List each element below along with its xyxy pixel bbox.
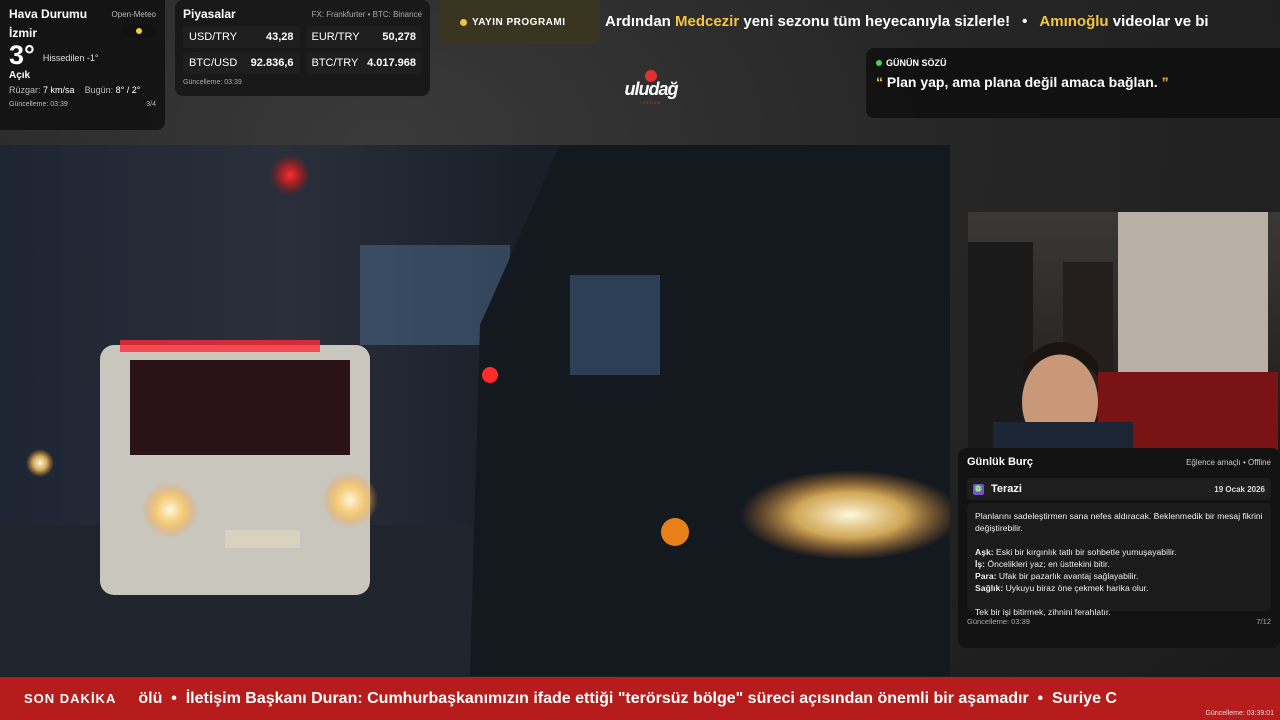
horoscope-intro: Planlarını sadeleştirmen sana nefes aldı… xyxy=(975,511,1263,533)
markets-updated: Güncelleme: 03:39 xyxy=(183,79,242,86)
schedule-label: YAYIN PROGRAMI xyxy=(472,16,566,28)
horoscope-tag: Eğlence amaçlı • Offline xyxy=(1186,457,1271,467)
breaking-text: ölü • İletişim Başkanı Duran: Cumhurbaşk… xyxy=(138,689,1117,707)
horoscope-line-value: Eski bir kırgınlık tatlı bir sohbetle yu… xyxy=(993,547,1177,557)
horoscope-line-value: Öncelikleri yaz; en üsttekini bitir. xyxy=(985,559,1110,569)
market-item: BTC/USD 92.836,6 xyxy=(183,52,300,74)
ticker-highlight: Medcezir xyxy=(675,13,740,30)
webcam-frame xyxy=(968,212,1278,452)
ticker-text: Ardından xyxy=(605,13,675,30)
dot-icon xyxy=(460,18,467,26)
markets-source: FX: Frankfurter • BTC: Binance xyxy=(311,9,422,19)
weather-page: 3/4 xyxy=(146,101,156,108)
market-item: BTC/TRY 4.017.968 xyxy=(305,52,422,74)
status-dot-icon xyxy=(876,60,882,66)
horoscope-sign: Terazi xyxy=(991,483,1022,495)
today-value: 8° / 2° xyxy=(115,85,141,95)
horoscope-line-value: Ufak bir pazarlık avantaj sağlayabilir. xyxy=(996,571,1139,581)
horoscope-sign-row: ♎ Terazi 19 Ocak 2026 xyxy=(967,478,1271,500)
quote-label: GÜNÜN SÖZÜ xyxy=(886,58,947,68)
horoscope-page: 7/12 xyxy=(1256,617,1271,626)
weather-temperature: 3° xyxy=(9,40,35,70)
market-item: EUR/TRY 50,278 xyxy=(305,26,422,48)
weather-widget: Hava Durumu Open-Meteo İzmir 3° Hissedil… xyxy=(0,0,165,130)
market-item: USD/TRY 43,28 xyxy=(183,26,300,48)
weather-feels-like: Hissedilen -1° xyxy=(42,53,99,63)
quote-text: Plan yap, ama plana değil amaca bağlan. xyxy=(883,74,1162,90)
markets-title: Piyasalar xyxy=(183,7,236,21)
horoscope-line-key: İş: xyxy=(975,559,986,569)
weather-city: İzmir xyxy=(9,26,38,40)
market-name: BTC/TRY xyxy=(311,57,359,69)
market-name: BTC/USD xyxy=(189,57,238,69)
horoscope-line-key: Sağlık: xyxy=(975,583,1004,593)
horoscope-line-key: Para: xyxy=(975,571,997,581)
horoscope-line-value: Uykuyu biraz öne çekmek harika olur. xyxy=(1003,583,1149,593)
logo-emblem-icon xyxy=(645,70,657,82)
horoscope-body: Planlarını sadeleştirmen sana nefes aldı… xyxy=(967,503,1271,617)
ticker-text: yeni sezonu tüm heyecanıyla sizlerle! xyxy=(739,13,1011,30)
horoscope-updated: Güncelleme: 03:39 xyxy=(967,617,1030,626)
top-ticker: Ardından Medcezir yeni sezonu tüm heyeca… xyxy=(605,13,1280,30)
webcam-feed xyxy=(968,212,1280,452)
market-name: EUR/TRY xyxy=(311,31,360,43)
market-value: 92.836,6 xyxy=(250,57,294,69)
horoscope-line: Aşk: Eski bir kırgınlık tatlı bir sohbet… xyxy=(975,546,1263,558)
weather-title: Hava Durumu xyxy=(9,7,88,21)
brand-logo: uludağ ICECEK xyxy=(616,70,686,105)
market-name: USD/TRY xyxy=(189,31,238,43)
horoscope-line: İş: Öncelikleri yaz; en üsttekini bitir. xyxy=(975,558,1263,570)
horoscope-title: Günlük Burç xyxy=(967,456,1034,468)
quote-open-mark: “ xyxy=(876,74,883,90)
quote-header: GÜNÜN SÖZÜ xyxy=(876,58,1270,68)
schedule-badge: YAYIN PROGRAMI xyxy=(440,0,600,44)
today-label: Bugün: xyxy=(84,85,114,95)
horoscope-widget: Günlük Burç Eğlence amaçlı • Offline ♎ T… xyxy=(958,448,1280,648)
market-value: 4.017.968 xyxy=(367,57,416,69)
ticker-text: videolar ve bi xyxy=(1108,13,1209,30)
markets-widget: Piyasalar FX: Frankfurter • BTC: Binance… xyxy=(175,0,430,96)
weather-source: Open-Meteo xyxy=(111,9,156,19)
wind-label: Rüzgar: xyxy=(9,85,41,95)
quote-text-line: “ Plan yap, ama plana değil amaca bağlan… xyxy=(876,74,1270,90)
horoscope-date: 19 Ocak 2026 xyxy=(1214,484,1265,494)
quote-close-mark: ” xyxy=(1161,74,1169,90)
video-player[interactable] xyxy=(0,145,950,676)
breaking-label: SON DAKİKA xyxy=(24,691,117,706)
market-value: 43,28 xyxy=(265,31,294,43)
breaking-news-bar: SON DAKİKA ölü • İletişim Başkanı Duran:… xyxy=(0,677,1280,720)
ticker-highlight: Amınoğlu xyxy=(1039,13,1109,30)
quote-widget: GÜNÜN SÖZÜ “ Plan yap, ama plana değil a… xyxy=(866,48,1280,118)
weather-condition: Açık xyxy=(9,70,31,81)
wind-value: 7 km/sa xyxy=(43,85,75,95)
sun-icon xyxy=(122,24,156,37)
ticker-separator: • xyxy=(1022,13,1028,30)
weather-details: Rüzgar: 7 km/sa Bugün: 8° / 2° xyxy=(9,85,156,95)
horoscope-line: Para: Ufak bir pazarlık avantaj sağlayab… xyxy=(975,570,1263,582)
breaking-updated: Güncelleme: 03:39:01 xyxy=(1205,710,1275,717)
logo-subtext: ICECEK xyxy=(640,100,662,105)
horoscope-line: Sağlık: Uykuyu biraz öne çekmek harika o… xyxy=(975,582,1263,594)
horoscope-line-key: Aşk: xyxy=(975,547,994,557)
weather-updated: Güncelleme: 03:39 xyxy=(9,101,68,108)
libra-icon: ♎ xyxy=(973,483,984,495)
market-value: 50,278 xyxy=(382,31,416,43)
video-frame xyxy=(0,145,950,676)
